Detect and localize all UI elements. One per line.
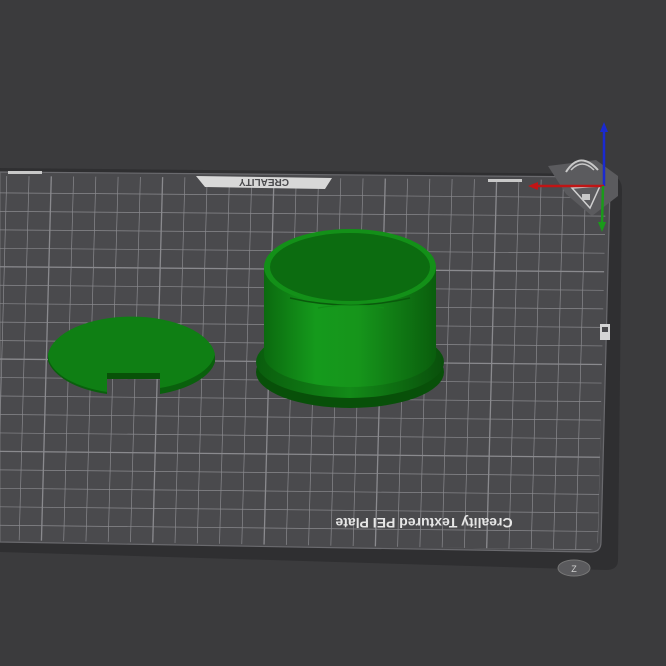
plate-side-marker	[600, 324, 610, 340]
3d-viewport[interactable]: CREALITY Z Creality Textured PEI Plate	[0, 0, 666, 666]
model-cup[interactable]	[256, 229, 444, 408]
foot-glyph: Z	[571, 564, 577, 574]
brand-label: CREALITY	[239, 176, 289, 187]
edge-mark	[8, 171, 42, 174]
plate-label: Creality Textured PEI Plate	[335, 515, 512, 531]
y-axis	[600, 185, 605, 225]
scene-canvas[interactable]: CREALITY Z Creality Textured PEI Plate	[0, 0, 666, 666]
z-axis-arrow-icon	[600, 122, 608, 132]
edge-mark	[488, 179, 522, 182]
